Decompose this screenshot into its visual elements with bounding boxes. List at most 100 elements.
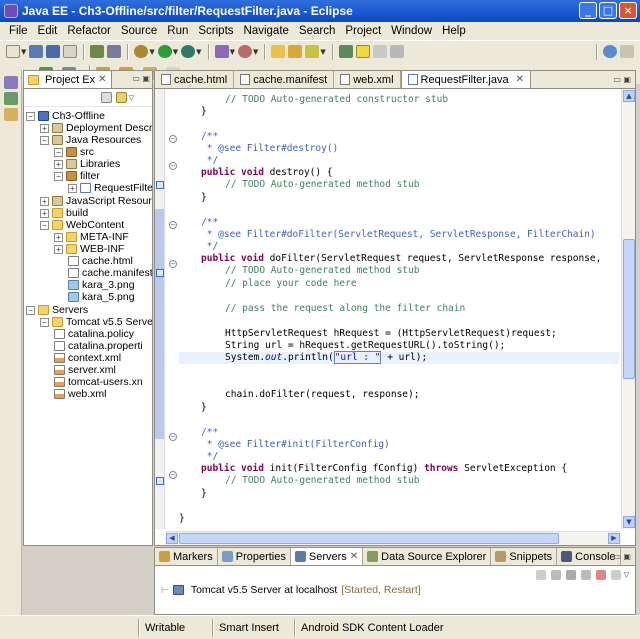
tree-item-kara5[interactable]: kara_5.png [68,291,135,303]
server-row[interactable]: ⊢ Tomcat v5.5 Server at localhost [Start… [155,584,635,596]
stop-server-icon[interactable] [595,570,606,580]
search-icon[interactable] [305,45,320,58]
new-java-project-icon[interactable] [214,45,229,58]
navigator-icon[interactable] [4,76,18,89]
tab-markers[interactable]: Markers [155,548,218,565]
minimize-view-icon[interactable]: ▭ ▣ [132,74,150,83]
tab-properties[interactable]: Properties [218,548,291,565]
scroll-left-icon[interactable]: ◀ [166,533,178,544]
package-explorer-icon[interactable] [4,92,18,105]
menu-file[interactable]: File [4,25,33,37]
open-perspective-icon[interactable] [620,45,634,58]
tree-item-web-xml[interactable]: web.xml [54,388,107,400]
view-menu-icon[interactable]: ▽ [624,571,629,579]
tab-project-explorer[interactable]: Project Ex ✕ [24,71,112,88]
menu-scripts[interactable]: Scripts [193,25,238,37]
tree-item-project[interactable]: − Ch3-Offline [26,110,105,122]
perspective-icon[interactable] [603,45,617,58]
pin-icon[interactable] [338,45,353,58]
scroll-down-icon[interactable]: ▼ [623,516,635,528]
editor-vertical-scrollbar[interactable]: ▲ ▼ [621,89,635,529]
open-type-icon[interactable] [271,45,286,58]
menu-edit[interactable]: Edit [33,25,63,37]
tree-item-javascript[interactable]: + JavaScript Resourc [40,195,152,207]
close-button[interactable]: × [619,2,637,19]
build-icon[interactable] [107,45,122,58]
view-menu-icon[interactable]: ▽ [129,94,134,102]
debug-server-icon[interactable] [535,570,546,580]
fold-icon[interactable]: − [169,162,177,170]
scroll-thumb[interactable] [623,239,635,379]
fold-icon[interactable]: − [169,221,177,229]
task-marker-icon[interactable] [156,477,164,485]
menu-run[interactable]: Run [162,25,193,37]
show-whitespace-icon[interactable] [372,45,387,58]
tree-item-tomcat[interactable]: − Tomcat v5.5 Server [40,316,152,328]
tree-item-servers[interactable]: − Servers [26,304,88,316]
close-tab-icon[interactable]: ✕ [350,551,358,562]
mark-occurrences-icon[interactable] [355,45,370,58]
save-all-icon[interactable] [46,45,61,58]
tab-snippets[interactable]: Snippets [491,548,558,565]
tree-item-server-xml[interactable]: server.xml [54,364,116,376]
menu-refactor[interactable]: Refactor [62,25,115,37]
tree-item-deployment[interactable]: + Deployment Descrip [40,122,152,134]
external-tools-icon[interactable] [181,45,196,58]
scroll-thumb[interactable] [179,533,559,544]
run-icon[interactable] [157,45,172,58]
link-editor-icon[interactable] [115,92,127,103]
new-icon[interactable] [6,45,20,58]
tree-item-src[interactable]: − src [54,146,94,158]
open-task-icon[interactable] [288,45,303,58]
tree-item-build[interactable]: + build [40,207,88,219]
tree-item-web-inf[interactable]: + WEB-INF [54,243,124,255]
minimize-editor-icon[interactable]: ▭ ▣ [613,75,631,84]
block-selection-icon[interactable] [389,45,404,58]
tree-item-catalina-properties[interactable]: catalina.properti [54,340,143,352]
tree-item-kara3[interactable]: kara_3.png [68,279,135,291]
tree-item-webcontent[interactable]: − WebContent [40,219,124,231]
tree-item-requestfilter[interactable]: + RequestFilter [68,182,152,194]
tab-cache-html[interactable]: cache.html [155,71,235,88]
outline-icon[interactable] [4,108,18,121]
tree-item-filter[interactable]: − filter [54,170,100,182]
tab-requestfilter-java[interactable]: RequestFilter.java ✕ [400,71,531,88]
annotation-ruler[interactable] [155,89,165,529]
close-tab-icon[interactable]: ✕ [516,74,524,85]
debug-icon[interactable] [134,45,149,58]
print-icon[interactable] [63,45,78,58]
minimize-button[interactable]: _ [579,2,597,19]
profile-server-icon[interactable] [565,570,576,580]
publish-server-icon[interactable] [610,570,621,580]
task-marker-icon[interactable] [156,181,164,189]
fold-icon[interactable]: − [169,260,177,268]
fold-icon[interactable]: − [169,471,177,479]
code-area[interactable]: // TODO Auto-generated constructor stub … [179,89,619,529]
fold-icon[interactable]: − [169,135,177,143]
tree-item-cache-manifest[interactable]: cache.manifest [68,267,152,279]
scroll-right-icon[interactable]: ▶ [608,533,620,544]
save-icon[interactable] [29,45,44,58]
menu-help[interactable]: Help [437,25,471,37]
maximize-button[interactable]: □ [599,2,617,19]
tree-item-tomcat-users[interactable]: tomcat-users.xn [54,376,143,388]
task-marker-icon[interactable] [156,269,164,277]
tree-item-cache-html[interactable]: cache.html [68,255,133,267]
tab-servers[interactable]: Servers ✕ [290,548,364,565]
publish-icon[interactable] [580,570,591,580]
tree-item-java-resources[interactable]: − Java Resources [40,134,141,146]
new-class-icon[interactable] [237,45,252,58]
tree-item-catalina-policy[interactable]: catalina.policy [54,328,134,340]
server-icon[interactable] [90,45,105,58]
menu-window[interactable]: Window [386,25,437,37]
tab-data-source-explorer[interactable]: Data Source Explorer [363,548,492,565]
menu-project[interactable]: Project [340,25,386,37]
tree-item-libraries[interactable]: + Libraries [54,158,120,170]
tab-web-xml[interactable]: web.xml [334,71,401,88]
menu-source[interactable]: Source [116,25,162,37]
editor-horizontal-scrollbar[interactable]: ◀ ▶ [165,531,621,545]
minimize-panel-icon[interactable]: ▭ ▣ [613,552,631,561]
close-tab-icon[interactable]: ✕ [98,74,106,85]
tree-item-meta-inf[interactable]: + META-INF [54,231,129,243]
start-server-icon[interactable] [550,570,561,580]
